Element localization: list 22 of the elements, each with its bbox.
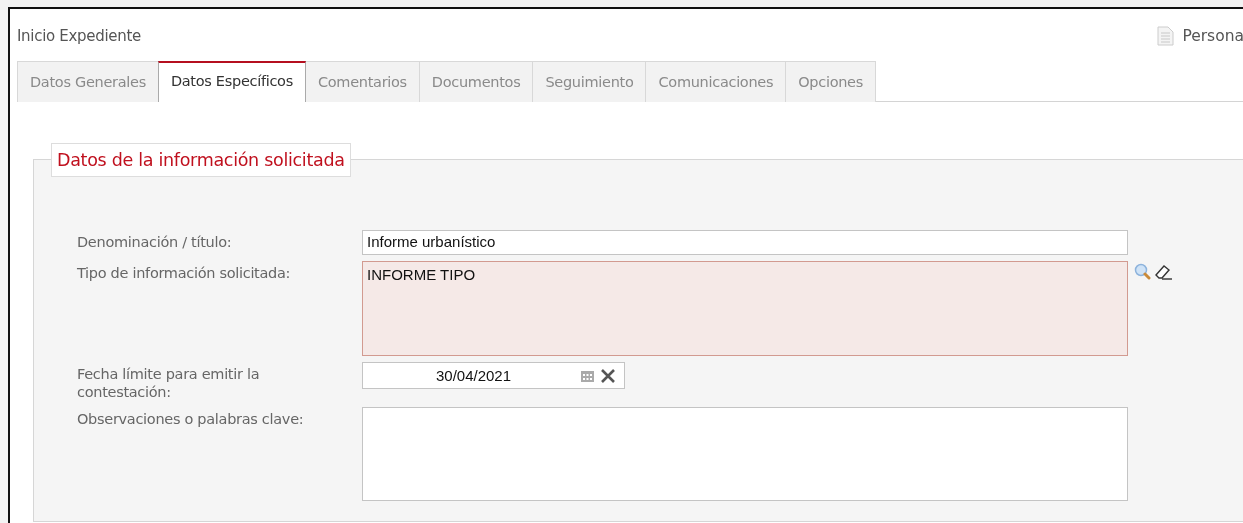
tab[interactable]: Datos Específicos — [157, 61, 306, 102]
page-title: Inicio Expediente — [17, 27, 141, 45]
textarea-field[interactable] — [362, 407, 1128, 501]
calendar-icon[interactable] — [580, 368, 595, 383]
tab[interactable]: Documentos — [418, 61, 534, 102]
tab[interactable]: Datos Generales — [17, 61, 159, 102]
field-label: Observaciones o palabras clave: — [77, 410, 305, 428]
textarea-field[interactable]: INFORME TIPO — [362, 261, 1128, 356]
document-icon — [1157, 26, 1175, 46]
tab[interactable]: Comentarios — [304, 61, 420, 102]
field-label: Denominación / título: — [77, 233, 233, 251]
input-field[interactable]: Informe urbanístico — [362, 230, 1128, 255]
close-icon[interactable] — [600, 368, 616, 383]
field-label: Fecha límite para emitir la contestación: — [77, 365, 261, 401]
tab[interactable]: Comunicaciones — [645, 61, 787, 102]
eraser-icon[interactable] — [1154, 263, 1174, 281]
field-label: Tipo de información solicitada: — [77, 264, 292, 282]
tab[interactable]: Seguimiento — [532, 61, 647, 102]
persona-link[interactable]: Persona — [1157, 26, 1243, 46]
tab[interactable]: Opciones — [785, 61, 876, 102]
date-field[interactable]: 30/04/2021 — [362, 362, 625, 389]
section-legend: Datos de la información solicitada — [51, 143, 351, 177]
